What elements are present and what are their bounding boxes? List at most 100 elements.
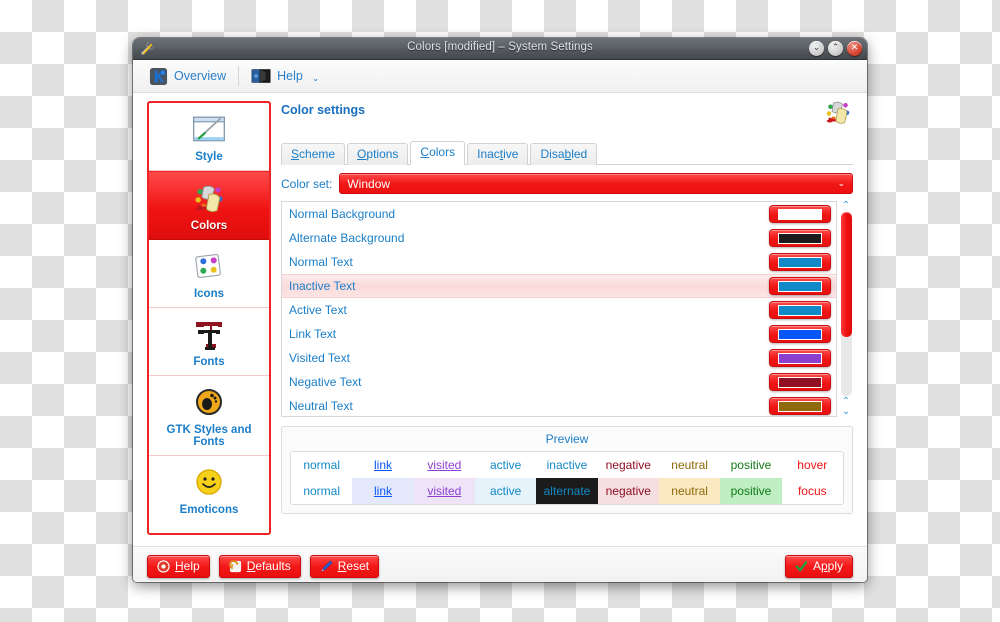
color-swatch-button[interactable]	[769, 253, 831, 271]
preview-title: Preview	[545, 432, 589, 446]
preview-cell: normal	[291, 452, 353, 478]
color-set-row: Color set: Window ⌄	[281, 173, 853, 194]
apply-button[interactable]: Apply	[784, 554, 853, 578]
maximize-button[interactable]: ⌃	[828, 41, 843, 56]
tab-bar: Scheme Options Colors Inactive Disabled	[281, 140, 853, 165]
color-row[interactable]: Inactive Text	[282, 274, 836, 298]
color-row[interactable]: Normal Text	[282, 250, 836, 274]
help-book-icon	[251, 69, 271, 83]
system-settings-window: Colors [modified] – System Settings ⌄ ⌃ …	[133, 38, 867, 582]
chevron-down-icon[interactable]: ⌄	[312, 73, 320, 84]
apply-label: Apply	[812, 559, 843, 573]
preview-cell: hover	[781, 452, 843, 478]
undo-icon	[228, 559, 242, 573]
preview-cell: neutral	[658, 478, 721, 504]
defaults-label: Defaults	[246, 559, 291, 573]
color-swatch-button[interactable]	[769, 301, 831, 319]
color-row-label: Inactive Text	[289, 279, 356, 293]
footer: Help Defaults Reset Apply	[133, 546, 867, 582]
help-button[interactable]: Help ⌄	[243, 65, 327, 87]
tab-scheme[interactable]: Scheme	[281, 143, 346, 165]
reset-button[interactable]: Reset	[309, 554, 380, 578]
color-row-label: Normal Background	[289, 207, 396, 221]
color-row-label: Negative Text	[289, 375, 362, 389]
preview-cell: focus	[781, 478, 843, 504]
preview-cell: alternate	[536, 478, 598, 504]
preview-cell: negative	[597, 452, 659, 478]
color-row[interactable]: Normal Background	[282, 202, 836, 226]
preview-cell: link	[352, 478, 414, 504]
overview-label: Overview	[174, 69, 227, 83]
color-row[interactable]: Active Text	[282, 298, 836, 322]
scroll-down-arrow-icon[interactable]: ⌄	[842, 407, 850, 417]
scrollbar-thumb[interactable]	[840, 212, 852, 338]
color-swatch-fill	[778, 208, 822, 220]
color-swatch-button[interactable]	[769, 205, 831, 223]
color-swatch-button[interactable]	[769, 349, 831, 367]
preview-row: normal link visited active inactive negative n…	[291, 452, 843, 478]
emoticons-icon	[190, 463, 228, 501]
defaults-button[interactable]: Defaults	[218, 554, 301, 578]
sidebar-item-label: Fonts	[193, 355, 225, 368]
color-set-value: Window	[347, 176, 391, 191]
minimize-button[interactable]: ⌄	[809, 41, 824, 56]
toolbar-separator	[238, 66, 240, 86]
sidebar-item-label: Emoticons	[179, 504, 239, 517]
color-row[interactable]: Link Text	[282, 322, 836, 346]
toolbar: Overview Help ⌄	[133, 60, 867, 93]
tab-label-rest: Disa	[540, 147, 565, 161]
color-row-label: Active Text	[289, 303, 347, 317]
color-row-label: Link Text	[289, 327, 337, 341]
color-swatch-button[interactable]	[769, 277, 831, 295]
color-row[interactable]: Alternate Background	[282, 226, 836, 250]
main-panel: Color settings Scheme Options Colors Ina…	[281, 101, 853, 546]
scroll-up-arrow-icon[interactable]: ⌃	[842, 201, 850, 211]
color-set-combobox[interactable]: Window ⌄	[339, 173, 853, 194]
color-swatch-button[interactable]	[769, 373, 831, 391]
preview-cell: normal	[291, 478, 353, 504]
tab-label-rest: ptions	[366, 147, 399, 161]
preview-cell: inactive	[536, 452, 598, 478]
color-swatch-fill	[778, 352, 822, 364]
fonts-icon	[190, 315, 228, 353]
sidebar-item-colors[interactable]: Colors	[149, 170, 269, 240]
preview-cell: active	[474, 478, 537, 504]
color-swatch-fill	[778, 280, 822, 292]
color-list[interactable]: Normal Background Alternate Background Nor…	[281, 201, 837, 417]
help-button[interactable]: Help	[147, 554, 210, 578]
color-row[interactable]: Neutral Text	[282, 394, 836, 416]
sidebar-item-gtk-styles-and-fonts[interactable]: GTK Styles and Fonts	[149, 376, 269, 457]
tab-label-rest: Inac	[477, 147, 500, 161]
color-swatch-button[interactable]	[769, 397, 831, 415]
tab-label-rest: led	[571, 147, 588, 161]
scrollbar-trough[interactable]	[840, 212, 852, 396]
preview-cell: visited	[413, 452, 475, 478]
color-swatch-fill	[778, 328, 822, 340]
preview-cell: negative	[597, 478, 659, 504]
kde-gear-icon	[149, 67, 168, 85]
tab-disabled[interactable]: Disabled	[530, 143, 598, 165]
sidebar-item-icons[interactable]: Icons	[149, 240, 269, 308]
tab-colors[interactable]: Colors	[410, 141, 466, 165]
color-swatch-button[interactable]	[769, 229, 831, 247]
preview-cell: visited	[413, 478, 475, 504]
preview-row: normal link visited active alternate negative…	[291, 478, 843, 504]
sidebar-item-fonts[interactable]: Fonts	[149, 308, 269, 376]
sidebar-item-style[interactable]: Style	[149, 103, 269, 171]
window-title: Colors [modified] – System Settings	[407, 41, 593, 53]
preview-cell: positive	[720, 452, 782, 478]
color-row[interactable]: Visited Text	[282, 346, 836, 370]
sidebar-item-label: Style	[195, 151, 223, 163]
sidebar-item-label: Icons	[193, 287, 225, 300]
tab-inactive[interactable]: Inactive	[467, 143, 529, 165]
overview-button[interactable]: Overview	[141, 65, 234, 88]
tab-options[interactable]: Options	[347, 143, 409, 165]
color-row[interactable]: Negative Text	[282, 370, 836, 394]
pencil-icon	[320, 559, 333, 573]
help-label: Help	[277, 69, 303, 83]
color-list-scrollbar[interactable]: ⌃ ⌃ ⌄	[839, 201, 853, 417]
check-icon	[795, 560, 808, 573]
close-button[interactable]: ✕	[847, 41, 862, 56]
sidebar-item-emoticons[interactable]: Emoticons	[149, 456, 269, 523]
color-swatch-button[interactable]	[769, 325, 831, 343]
